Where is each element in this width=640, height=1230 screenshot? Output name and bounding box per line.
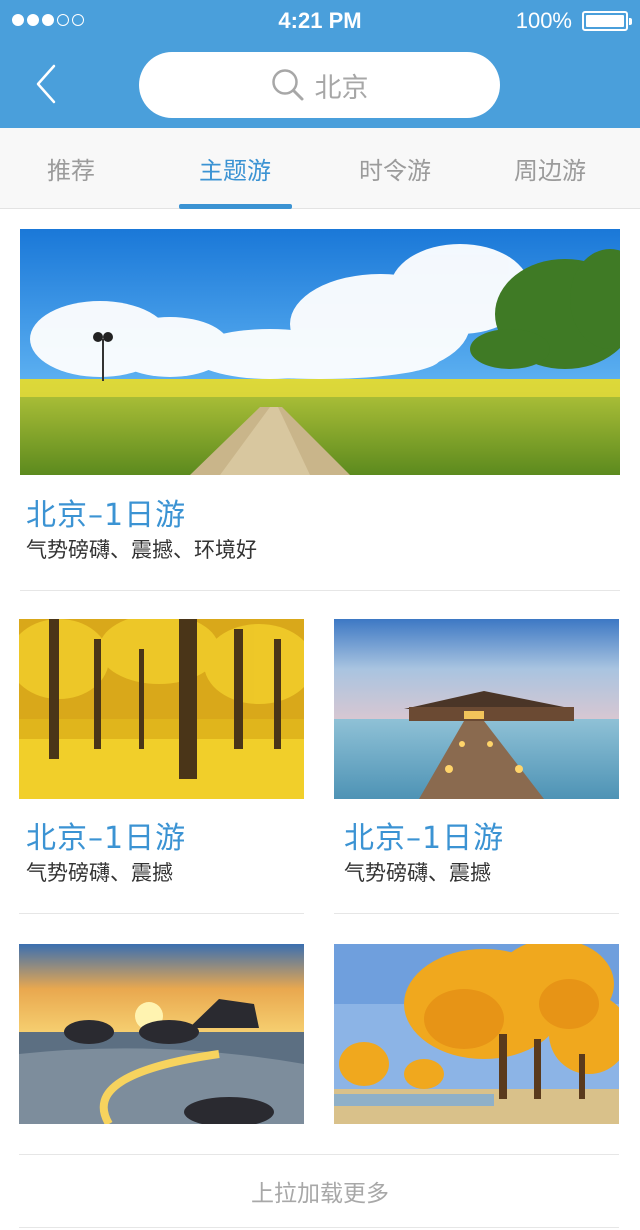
- grid-image-autumn[interactable]: [334, 944, 619, 1124]
- featured-description: 气势磅礴、震撼、环境好: [26, 538, 257, 562]
- search-value: 北京: [314, 72, 369, 104]
- battery-icon: [582, 11, 632, 31]
- featured-title[interactable]: 北京–1日游: [26, 490, 186, 534]
- grid-card-title[interactable]: 北京–1日游: [26, 813, 186, 857]
- tab-seasonal-tours[interactable]: 时令游: [325, 128, 465, 209]
- active-tab-indicator: [179, 204, 292, 209]
- chevron-left-icon: [36, 64, 56, 104]
- beach-sunset-image: [19, 944, 304, 1124]
- divider: [334, 913, 619, 914]
- divider: [20, 590, 620, 591]
- tab-recommended[interactable]: 推荐: [0, 128, 142, 209]
- grid-image-beach[interactable]: [19, 944, 304, 1124]
- rapeseed-field-image: [20, 229, 620, 475]
- status-bar: 4:21 PM 100%: [0, 0, 640, 44]
- back-button[interactable]: [30, 64, 70, 104]
- tab-bar: 推荐 主题游 时令游 周边游: [0, 128, 640, 209]
- autumn-trees-image: [334, 944, 619, 1124]
- load-more-hint[interactable]: 上拉加载更多: [0, 1155, 640, 1227]
- featured-image[interactable]: [20, 229, 620, 475]
- grid-card-title[interactable]: 北京–1日游: [344, 813, 504, 857]
- ginkgo-forest-image: [19, 619, 304, 799]
- tab-nearby-tours[interactable]: 周边游: [480, 128, 620, 209]
- tab-theme-tours[interactable]: 主题游: [165, 128, 305, 209]
- grid-card-description: 气势磅礴、震撼: [344, 861, 491, 885]
- header: 4:21 PM 100% 北京: [0, 0, 640, 128]
- grid-image-bungalow[interactable]: [334, 619, 619, 799]
- divider: [19, 913, 304, 914]
- search-input[interactable]: 北京: [139, 52, 500, 118]
- grid-card-description: 气势磅礴、震撼: [26, 861, 173, 885]
- battery-percent: 100%: [515, 8, 572, 33]
- overwater-bungalow-image: [334, 619, 619, 799]
- grid-image-ginkgo[interactable]: [19, 619, 304, 799]
- divider: [19, 1227, 619, 1228]
- search-icon: [271, 69, 303, 101]
